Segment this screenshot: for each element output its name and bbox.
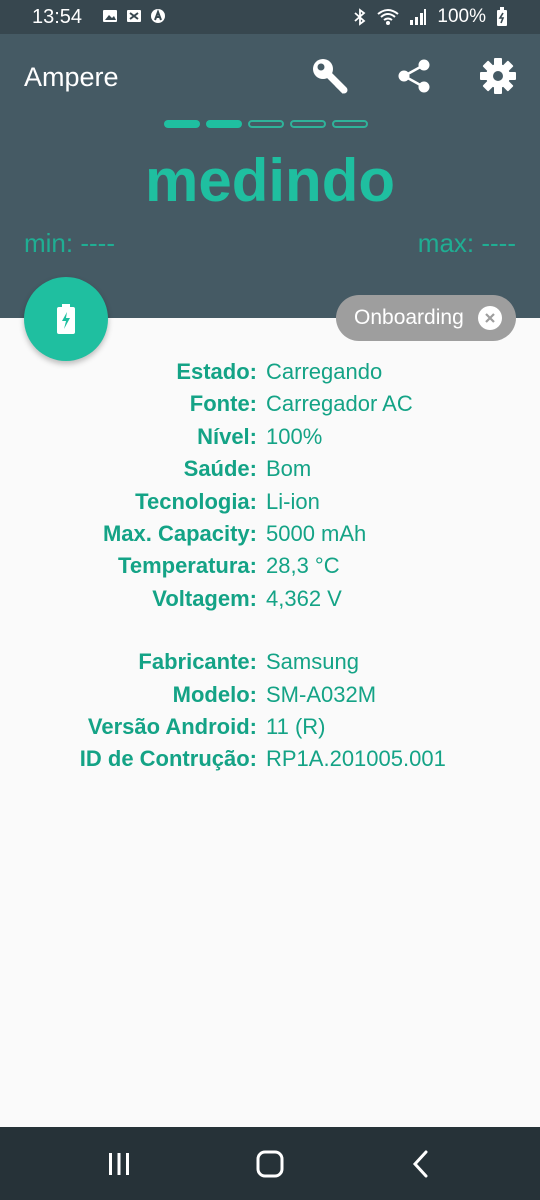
app-header: Ampere medindo min: ---- max: ----	[0, 34, 540, 318]
status-time: 13:54	[32, 6, 83, 28]
info-label: Modelo:	[172, 681, 257, 707]
progress-dot-filled	[206, 120, 242, 128]
min-reading: min: ----	[24, 228, 115, 258]
info-row-max-capacity: Max. Capacity: 5000 mAh	[0, 518, 540, 550]
back-icon	[412, 1150, 428, 1178]
info-value: 5000 mAh	[266, 520, 367, 546]
info-label: ID de Contrução:	[79, 746, 257, 772]
onboarding-chip[interactable]: Onboarding	[336, 295, 516, 341]
info-row-id-construcao: ID de Contrução: RP1A.201005.001	[0, 743, 540, 775]
battery-percent: 100%	[437, 6, 486, 27]
progress-dot-filled	[164, 120, 200, 128]
status-bar: 13:54 100%	[0, 0, 540, 34]
info-value: Li-ion	[266, 488, 320, 514]
info-row-modelo: Modelo: SM-A032M	[0, 679, 540, 711]
info-label: Temperatura:	[118, 553, 257, 579]
info-label: Fonte:	[189, 391, 257, 417]
shield-a-icon	[151, 9, 165, 23]
recent-apps-button[interactable]	[102, 1147, 136, 1181]
system-icons: 100%	[353, 6, 508, 28]
progress-dots	[164, 120, 368, 128]
info-value: Carregador AC	[266, 391, 413, 417]
info-label: Max. Capacity:	[102, 520, 257, 546]
info-value: 4,362 V	[266, 585, 342, 611]
app-title: Ampere	[24, 62, 119, 92]
progress-dot-empty	[332, 120, 368, 128]
info-label: Fabricante:	[138, 649, 257, 675]
wifi-icon	[377, 9, 400, 25]
settings-button[interactable]	[478, 56, 518, 96]
battery-charging-icon	[497, 7, 507, 26]
signal-icon	[410, 9, 427, 25]
image-icon	[103, 10, 117, 22]
sync-icon	[127, 10, 141, 22]
share-button[interactable]	[394, 56, 434, 96]
key-button[interactable]	[310, 56, 350, 96]
bluetooth-icon	[354, 8, 366, 26]
info-row-versao-android: Versão Android: 11 (R)	[0, 711, 540, 743]
info-value: 11 (R)	[266, 713, 326, 739]
info-value: 28,3 °C	[266, 553, 340, 579]
info-label: Versão Android:	[87, 713, 257, 739]
info-label: Tecnologia:	[135, 488, 257, 514]
battery-fab-button[interactable]	[24, 277, 108, 361]
notification-icons	[102, 8, 166, 24]
close-circle-icon[interactable]	[478, 306, 502, 330]
info-row-temperatura: Temperatura: 28,3 °C	[0, 550, 540, 582]
info-value: RP1A.201005.001	[266, 746, 446, 772]
info-label: Nível:	[197, 423, 257, 449]
home-icon	[256, 1150, 284, 1178]
info-list: Estado: Carregando Fonte: Carregador AC …	[0, 356, 540, 776]
navigation-bar	[0, 1127, 540, 1200]
info-row-nivel: Nível: 100%	[0, 421, 540, 453]
info-row-voltagem: Voltagem: 4,362 V	[0, 583, 540, 615]
home-button[interactable]	[253, 1147, 287, 1181]
info-label: Voltagem:	[152, 585, 257, 611]
info-row-fabricante: Fabricante: Samsung	[0, 646, 540, 678]
info-row-fonte: Fonte: Carregador AC	[0, 388, 540, 420]
share-icon	[398, 59, 430, 93]
battery-charging-icon	[57, 304, 75, 334]
progress-dot-empty	[248, 120, 284, 128]
key-icon	[313, 59, 348, 94]
recent-apps-icon	[109, 1153, 129, 1175]
info-row-estado: Estado: Carregando	[0, 356, 540, 388]
progress-dot-empty	[290, 120, 326, 128]
info-label: Estado:	[176, 359, 257, 384]
info-row-saude: Saúde: Bom	[0, 453, 540, 485]
info-value: Bom	[266, 456, 312, 482]
info-value: 100%	[266, 423, 323, 449]
info-value: Carregando	[266, 359, 383, 384]
settings-gear-icon	[480, 58, 516, 94]
onboarding-chip-label: Onboarding	[354, 306, 464, 329]
measuring-status: medindo	[145, 147, 395, 214]
max-reading: max: ----	[417, 228, 516, 258]
info-label: Saúde:	[183, 456, 257, 482]
info-row-tecnologia: Tecnologia: Li-ion	[0, 486, 540, 518]
info-value: Samsung	[266, 649, 359, 675]
back-button[interactable]	[404, 1147, 438, 1181]
info-value: SM-A032M	[266, 681, 377, 707]
